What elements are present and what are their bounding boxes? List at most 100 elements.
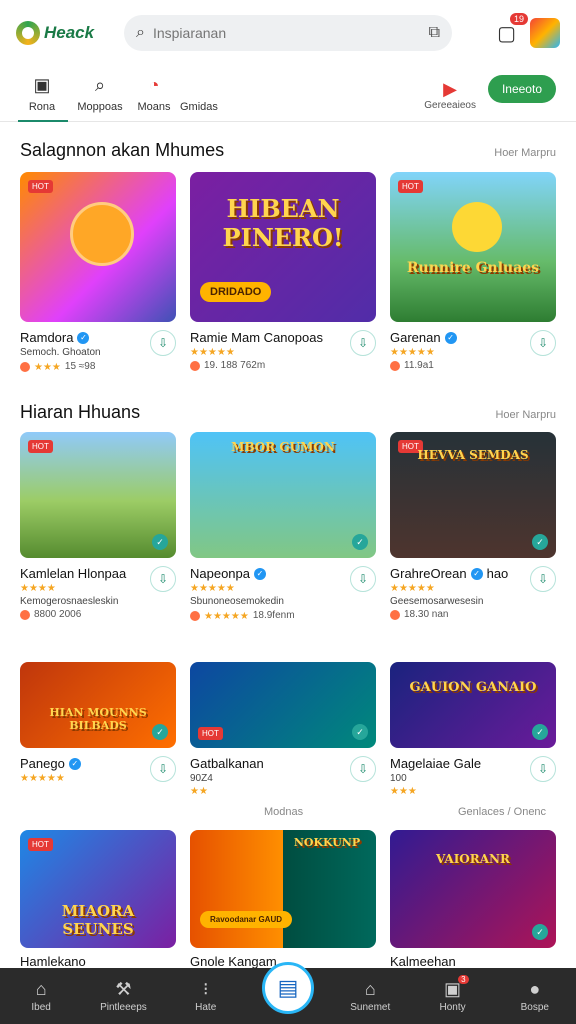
game-thumbnail[interactable]: HOT MIAORA SEUNES xyxy=(20,830,176,948)
rating-stars: ★★★★★ xyxy=(20,773,65,784)
game-card[interactable]: NOKKUNP Ravoodanar GAUD Gnole Kangam xyxy=(190,830,376,969)
install-button[interactable]: ⇩ xyxy=(150,330,176,356)
tab-rona[interactable]: ▣ Rona xyxy=(18,75,68,122)
hot-badge: HOT xyxy=(28,440,53,453)
rating-stars: ★★★★ xyxy=(20,583,56,594)
game-card[interactable]: HOT HEVVA SEMDAS ✓ GrahreOrean ✓ hao ★★★★★… xyxy=(390,432,556,620)
chat-icon: ◔ xyxy=(148,75,160,95)
rank-icon xyxy=(390,360,400,371)
thumb-cta[interactable]: Ravoodanar GAUD xyxy=(200,911,293,928)
verified-play-icon: ✓ xyxy=(152,724,168,740)
camera-search-icon[interactable]: ⧉ xyxy=(429,24,440,42)
game-thumbnail[interactable]: HIBEAN PINERO! DRIDADO xyxy=(190,172,376,322)
nav-label: Bospe xyxy=(520,1002,549,1013)
install-button[interactable]: ⇩ xyxy=(530,756,556,782)
game-subtitle: Semoch. Ghoaton xyxy=(20,347,101,358)
store-icon: ⌂ xyxy=(364,979,376,999)
verified-icon: ✓ xyxy=(68,757,81,770)
game-name: Panego ✓ xyxy=(20,756,81,771)
competitions-label: Gereeaieos xyxy=(424,100,476,111)
thumb-title: MIAORA SEUNES xyxy=(61,902,135,938)
game-thumbnail[interactable]: HOT xyxy=(20,172,176,322)
see-all-link[interactable]: Hoer Marpru xyxy=(494,147,556,159)
nav-item-tools[interactable]: ⚒ Pintleeeps xyxy=(91,979,155,1013)
thumb-title: Runnire Gnluaes xyxy=(406,260,540,276)
rank-icon xyxy=(20,361,30,372)
game-name: Kalmeehan xyxy=(390,954,456,969)
game-thumbnail[interactable]: HOT ✓ xyxy=(20,432,176,558)
game-thumbnail[interactable]: HOT Runnire Gnluaes xyxy=(390,172,556,322)
install-button[interactable]: ⇩ xyxy=(150,566,176,592)
game-card[interactable]: MBOR GUMON ✓ Napeonpa ✓ ★★★★★ Sbunoneosem… xyxy=(190,432,376,622)
thumb-cta[interactable]: DRIDADO xyxy=(200,282,272,302)
section-header: Hiaran Hhuans Hoer Narpru xyxy=(20,402,556,423)
tab-gmidas[interactable]: Gmidas xyxy=(180,101,218,121)
nav-item-hate[interactable]: ⁝ Hate xyxy=(174,979,238,1013)
game-card[interactable]: HIAN MOUNNS BILBADS ✓ Panego ✓ ★★★★★ ⇩ xyxy=(20,662,176,784)
character-image xyxy=(452,202,502,252)
game-thumbnail[interactable]: NOKKUNP Ravoodanar GAUD xyxy=(190,830,376,948)
meta-text: 18.30 nan xyxy=(404,609,449,620)
rank-icon xyxy=(20,609,30,620)
install-button[interactable]: ⇩ xyxy=(350,756,376,782)
game-thumbnail[interactable]: GAUION GANAIO ✓ xyxy=(390,662,556,748)
section-header: Salagnnon akan Mhumes Hoer Marpru xyxy=(20,140,556,161)
verified-icon: ✓ xyxy=(470,567,483,580)
game-card[interactable]: HOT MIAORA SEUNES Hamlekano xyxy=(20,830,176,969)
install-button[interactable]: ⇩ xyxy=(350,566,376,592)
install-button[interactable]: ⇩ xyxy=(150,756,176,782)
nav-label: Honty xyxy=(439,1002,466,1013)
game-card[interactable]: VAIORANR ✓ Kalmeehan xyxy=(390,830,556,969)
game-meta: ★★★★★ 18.9fenm xyxy=(190,609,295,622)
game-card[interactable]: HOT ✓ Gatbalkanan 90Z4 ★★ ⇩ xyxy=(190,662,376,797)
nav-item-home[interactable]: ⌂ Ibed xyxy=(9,979,73,1013)
cart-icon: ▢ xyxy=(497,22,516,45)
nav-item-center[interactable]: ▤ xyxy=(256,962,320,1014)
game-subtitle: Kemogerosnaesleskin xyxy=(20,596,119,607)
nav-item-gifts[interactable]: ▣ 3 Honty xyxy=(421,975,485,1013)
game-thumbnail[interactable]: VAIORANR ✓ xyxy=(390,830,556,948)
verified-icon: ✓ xyxy=(77,331,90,344)
rating-stars: ★★ xyxy=(190,786,208,797)
game-thumbnail[interactable]: HIAN MOUNNS BILBADS ✓ xyxy=(20,662,176,748)
dots-icon: ⁝ xyxy=(202,979,209,999)
install-button[interactable]: ⇩ xyxy=(530,566,556,592)
game-name: Hamlekano xyxy=(20,954,86,969)
search-bar[interactable]: ⌕ ⧉ xyxy=(124,15,452,51)
logo-mark-icon xyxy=(16,21,40,45)
rating-stars: ★★★ xyxy=(34,362,61,373)
tab-label: Moans xyxy=(137,101,171,113)
game-card[interactable]: HIBEAN PINERO! DRIDADO Ramie Mam Canopoa… xyxy=(190,172,376,371)
hammer-icon: ⚒ xyxy=(115,979,132,999)
search-input[interactable] xyxy=(152,25,421,41)
thumb-title: NOKKUNP xyxy=(293,836,361,849)
game-name: Napeonpa ✓ xyxy=(190,566,295,581)
tab-moppoas[interactable]: ⌕ Moppoas xyxy=(77,75,122,121)
game-thumbnail[interactable]: HOT ✓ xyxy=(190,662,376,748)
rating-stars: ★★★★★ xyxy=(390,347,435,358)
competitions-link[interactable]: ▶ Gereeaieos xyxy=(424,79,476,111)
app-logo[interactable]: Heack xyxy=(16,21,116,45)
nav-item-store[interactable]: ⌂ Sunemet xyxy=(338,979,402,1013)
install-button[interactable]: ⇩ xyxy=(350,330,376,356)
cart-button[interactable]: ▢ 19 xyxy=(497,12,528,46)
install-button[interactable]: ⇩ xyxy=(530,330,556,356)
see-all-link[interactable]: Hoer Narpru xyxy=(495,409,556,421)
game-name: Ramie Mam Canopoas xyxy=(190,330,323,345)
nav-item-profile[interactable]: ● Bospe xyxy=(503,979,567,1013)
game-thumbnail[interactable]: HOT HEVVA SEMDAS ✓ xyxy=(390,432,556,558)
cart-badge: 19 xyxy=(509,12,528,25)
game-card[interactable]: HOT ✓ Kamlelan Hlonpaa ★★★★ Kemogerosnae… xyxy=(20,432,176,620)
tab-moans[interactable]: ◔ Moans xyxy=(132,75,176,121)
section-label[interactable]: Genlaces / Onenc xyxy=(458,806,546,818)
verified-play-icon: ✓ xyxy=(352,724,368,740)
thumb-title: HIAN MOUNNS BILBADS xyxy=(49,706,147,732)
section-title: Salagnnon akan Mhumes xyxy=(20,140,225,160)
primary-action-button[interactable]: Ineeoto xyxy=(487,75,556,103)
game-thumbnail[interactable]: MBOR GUMON ✓ xyxy=(190,432,376,558)
game-subtitle: 100 xyxy=(390,773,407,784)
game-card[interactable]: HOT Ramdora ✓ Semoch. Ghoaton ★★★ 15 ≈98 ⇩ xyxy=(20,172,176,373)
avatar[interactable] xyxy=(530,18,560,48)
game-card[interactable]: HOT Runnire Gnluaes Garenan ✓ ★★★★★ 11.9a… xyxy=(390,172,556,371)
game-card[interactable]: GAUION GANAIO ✓ Magelaiae Gale 100 ★★★ ⇩ xyxy=(390,662,556,797)
